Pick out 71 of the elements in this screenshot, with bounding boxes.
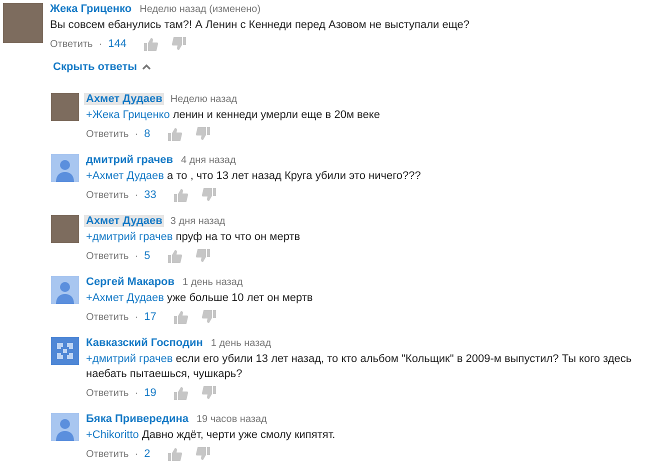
author-name[interactable]: Бяка Привередина xyxy=(84,413,190,425)
like-count: 5 xyxy=(144,250,150,262)
comment-time[interactable]: 4 дня назад xyxy=(180,155,236,166)
thumbs-up-icon[interactable] xyxy=(168,127,182,141)
separator-dot: · xyxy=(134,128,138,140)
hide-replies-link[interactable]: Скрыть ответы xyxy=(53,61,137,73)
reply-button[interactable]: Ответить xyxy=(86,388,129,398)
thumbs-up-icon[interactable] xyxy=(174,188,188,202)
separator-dot: · xyxy=(98,38,102,50)
like-count: 19 xyxy=(144,387,156,399)
author-name[interactable]: Кавказский Господин xyxy=(84,337,205,349)
comment-time[interactable]: 19 часов назад xyxy=(196,414,267,425)
reply-button[interactable]: Ответить xyxy=(86,312,129,322)
photo-placeholder xyxy=(51,93,79,121)
author-name[interactable]: Сергей Макаров xyxy=(84,276,177,288)
reply-button[interactable]: Ответить xyxy=(86,250,129,262)
thumbs-down-icon[interactable] xyxy=(196,249,210,263)
avatar-icon xyxy=(51,413,79,441)
separator-dot: · xyxy=(134,388,138,398)
reply-button[interactable]: Ответить xyxy=(86,448,129,460)
separator-dot: · xyxy=(134,250,138,262)
avatar-icon xyxy=(51,154,79,182)
thumbs-up-icon[interactable] xyxy=(174,310,188,324)
like-count: 8 xyxy=(144,128,150,140)
like-count: 33 xyxy=(144,189,156,201)
mention-link[interactable]: +Ахмет Дудаев xyxy=(86,170,164,182)
comment-time[interactable]: 3 дня назад xyxy=(170,216,226,227)
avatar-icon xyxy=(51,337,79,365)
mention-link[interactable]: +дмитрий грачев xyxy=(86,353,173,365)
separator-dot: · xyxy=(134,190,138,200)
thumbs-down-icon[interactable] xyxy=(202,310,216,324)
thumbs-up-icon[interactable] xyxy=(174,386,188,400)
thumbs-down-icon[interactable] xyxy=(202,386,216,400)
thumbs-up-icon[interactable] xyxy=(168,447,182,461)
photo-placeholder xyxy=(3,3,43,43)
comment-text: +Ахмет Дудаев уже больше 10 лет он мертв xyxy=(86,291,314,306)
comment-time[interactable]: 1 день назад xyxy=(210,338,272,349)
separator-dot: · xyxy=(134,312,138,322)
like-count: 144 xyxy=(108,38,126,50)
mention-link[interactable]: +Ахмет Дудаев xyxy=(86,292,164,304)
comment-text: +дмитрий грачев если его убили 13 лет назад, то кто альбом "Кольщик" в 2009-м выпустил? Ты кого здесь наебать пытаешься, чушкарь? xyxy=(86,352,633,382)
comment-text: +дмитрий грачев пруф на то что он мертв xyxy=(86,230,302,245)
mention-link[interactable]: +дмитрий грачев xyxy=(86,231,173,243)
author-name[interactable]: Ахмет Дудаев xyxy=(84,215,164,227)
thumbs-down-icon[interactable] xyxy=(202,188,216,202)
avatar-icon xyxy=(51,276,79,304)
comment-time[interactable]: 1 день назад xyxy=(182,277,243,288)
chevron-up-icon[interactable] xyxy=(142,64,151,70)
separator-dot: · xyxy=(134,448,138,460)
photo-placeholder xyxy=(51,215,79,243)
thumbs-down-icon[interactable] xyxy=(196,127,210,141)
author-name[interactable]: Ахмет Дудаев xyxy=(84,93,164,105)
thumbs-up-icon[interactable] xyxy=(144,37,158,51)
author-name[interactable]: дмитрий грачев xyxy=(84,154,175,166)
reply-button[interactable]: Ответить xyxy=(86,128,129,140)
like-count: 2 xyxy=(144,448,150,460)
comment-time[interactable]: Неделю назад xyxy=(170,94,238,105)
thumbs-down-icon[interactable] xyxy=(172,37,186,51)
thumbs-down-icon[interactable] xyxy=(196,447,210,461)
comment-time[interactable]: Неделю назад (изменено) xyxy=(140,4,261,15)
comment-text: +Chikoritto Давно ждёт, черти уже смолу кипятят. xyxy=(86,428,336,443)
comment-text: +Жека Гриценко ленин и кеннеди умерли еще в 20м веке xyxy=(86,108,381,123)
author-name[interactable]: Жека Гриценко xyxy=(48,3,134,15)
reply-button[interactable]: Ответить xyxy=(50,38,93,50)
comment-text: Вы совсем ебанулись там?! А Ленин с Кеннеди перед Азовом не выступали еще? xyxy=(50,18,470,33)
mention-link[interactable]: +Жека Гриценко xyxy=(86,109,170,121)
mention-link[interactable]: +Chikoritto xyxy=(86,429,139,441)
thumbs-up-icon[interactable] xyxy=(168,249,182,263)
reply-button[interactable]: Ответить xyxy=(86,190,129,200)
comment-text: +Ахмет Дудаев а то , что 13 лет назад Круга убили это ничего??? xyxy=(86,169,422,184)
like-count: 17 xyxy=(144,311,156,323)
